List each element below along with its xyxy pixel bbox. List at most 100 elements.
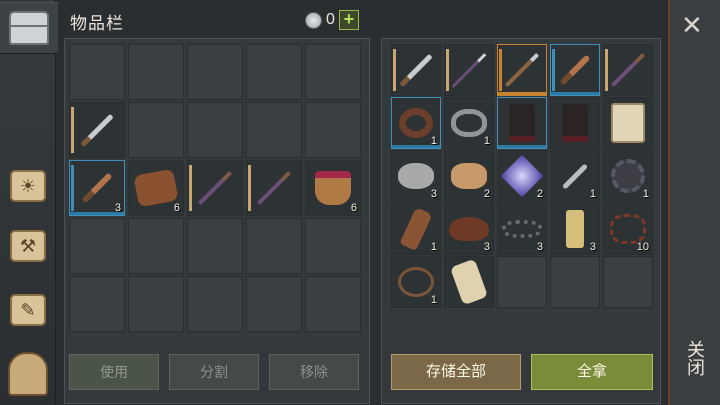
inventory-slot[interactable] xyxy=(69,276,125,332)
inventory-slot[interactable] xyxy=(69,218,125,274)
inventory-slot[interactable] xyxy=(187,102,243,158)
storage-slot[interactable] xyxy=(550,44,600,96)
storage-slot[interactable] xyxy=(603,97,653,149)
inventory-slot[interactable] xyxy=(69,44,125,100)
sun-map-icon: ☀ xyxy=(10,170,46,202)
store-all-button[interactable]: 存储全部 xyxy=(391,354,521,390)
item-count: 3 xyxy=(589,241,596,253)
storage-slot[interactable]: 2 xyxy=(444,150,494,202)
spear-icon xyxy=(451,52,487,88)
inventory-slot[interactable] xyxy=(128,276,184,332)
currency-display: 0 + xyxy=(305,10,359,30)
storage-slot[interactable]: 1 xyxy=(391,97,441,149)
inventory-slot[interactable] xyxy=(246,102,302,158)
storage-slot[interactable] xyxy=(603,44,653,96)
remove-button[interactable]: 移除 xyxy=(269,354,359,390)
storage-slot[interactable]: 1 xyxy=(603,150,653,202)
item-count: 1 xyxy=(430,294,437,306)
item-count: 6 xyxy=(350,202,357,214)
sword-icon xyxy=(80,113,114,147)
chain-icon xyxy=(502,220,542,238)
leather-icon xyxy=(449,217,489,241)
storage-slot[interactable]: 1 xyxy=(444,97,494,149)
tab-crafting[interactable]: ⚒ xyxy=(4,220,52,272)
close-bar[interactable]: ✕ 关闭 xyxy=(668,0,720,405)
storage-slot[interactable] xyxy=(444,256,494,308)
character-icon xyxy=(8,352,48,396)
close-icon[interactable]: ✕ xyxy=(681,12,703,38)
gear-icon xyxy=(611,159,645,193)
inventory-slot[interactable] xyxy=(305,44,361,100)
storage-slot[interactable]: 3 xyxy=(391,150,441,202)
hammer-icon: ⚒ xyxy=(10,230,46,262)
durability-bar xyxy=(393,49,396,91)
inventory-slot[interactable]: 6 xyxy=(128,160,184,216)
durability-bar xyxy=(189,165,192,211)
item-count: 1 xyxy=(483,135,490,147)
inventory-slot[interactable] xyxy=(187,44,243,100)
split-button[interactable]: 分割 xyxy=(169,354,259,390)
inventory-slot[interactable] xyxy=(305,102,361,158)
inventory-slot[interactable] xyxy=(187,160,243,216)
inventory-slot[interactable] xyxy=(69,102,125,158)
inventory-slot[interactable] xyxy=(305,218,361,274)
knife-icon xyxy=(81,172,113,204)
tab-map[interactable]: ☀ xyxy=(4,160,52,212)
storage-slot[interactable]: 3 xyxy=(550,203,600,255)
inventory-slot[interactable] xyxy=(246,44,302,100)
item-count: 3 xyxy=(430,188,437,200)
rock-icon xyxy=(398,163,434,189)
spoon-icon xyxy=(561,162,589,190)
storage-slot[interactable]: 2 xyxy=(497,150,547,202)
item-count: 10 xyxy=(636,241,649,253)
durability-bar xyxy=(248,165,251,211)
storage-slot[interactable] xyxy=(497,256,547,308)
item-count: 1 xyxy=(642,188,649,200)
sword-icon xyxy=(399,53,433,87)
storage-slot[interactable] xyxy=(391,44,441,96)
inventory-slot[interactable] xyxy=(246,218,302,274)
storage-slot[interactable]: 3 xyxy=(444,203,494,255)
mace-icon xyxy=(611,53,645,87)
storage-slot[interactable] xyxy=(497,44,547,96)
tab-inventory[interactable] xyxy=(0,2,58,54)
add-currency-button[interactable]: + xyxy=(338,10,359,30)
tab-quests[interactable]: ✎ xyxy=(4,284,52,336)
inventory-slot[interactable] xyxy=(187,276,243,332)
inventory-slot[interactable] xyxy=(187,218,243,274)
storage-slot[interactable] xyxy=(550,97,600,149)
storage-slot[interactable]: 1 xyxy=(550,150,600,202)
item-count: 3 xyxy=(114,202,121,214)
chips-icon xyxy=(451,163,487,189)
storage-grid: 1 1 3 2 2 1 1 1 3 3 3 10 1 xyxy=(391,44,653,308)
candle-icon xyxy=(566,210,584,248)
inventory-grid: 3 6 6 xyxy=(69,44,361,332)
page-title: 物品栏 xyxy=(70,14,124,33)
inventory-slot[interactable]: 6 xyxy=(305,160,361,216)
storage-slot[interactable]: 10 xyxy=(603,203,653,255)
storage-slot[interactable] xyxy=(603,256,653,308)
storage-slot[interactable]: 3 xyxy=(497,203,547,255)
inventory-slot[interactable]: 3 xyxy=(69,160,125,216)
inventory-slot[interactable] xyxy=(246,160,302,216)
close-label[interactable]: 关闭 xyxy=(682,340,708,376)
inventory-slot[interactable] xyxy=(128,102,184,158)
inventory-slot[interactable] xyxy=(128,218,184,274)
storage-slot[interactable]: 1 xyxy=(391,203,441,255)
inventory-slot[interactable] xyxy=(305,276,361,332)
inventory-slot[interactable] xyxy=(128,44,184,100)
pot-icon xyxy=(315,171,351,205)
inventory-slot[interactable] xyxy=(246,276,302,332)
storage-slot[interactable] xyxy=(497,97,547,149)
item-count: 1 xyxy=(589,188,596,200)
storage-slot[interactable] xyxy=(444,44,494,96)
item-count: 2 xyxy=(483,188,490,200)
durability-bar xyxy=(605,49,608,91)
storage-slot[interactable] xyxy=(550,256,600,308)
storage-slot[interactable]: 1 xyxy=(391,256,441,308)
tab-character[interactable] xyxy=(4,348,52,400)
item-count: 1 xyxy=(430,135,437,147)
use-button[interactable]: 使用 xyxy=(69,354,159,390)
item-count: 1 xyxy=(430,241,437,253)
take-all-button[interactable]: 全拿 xyxy=(531,354,653,390)
